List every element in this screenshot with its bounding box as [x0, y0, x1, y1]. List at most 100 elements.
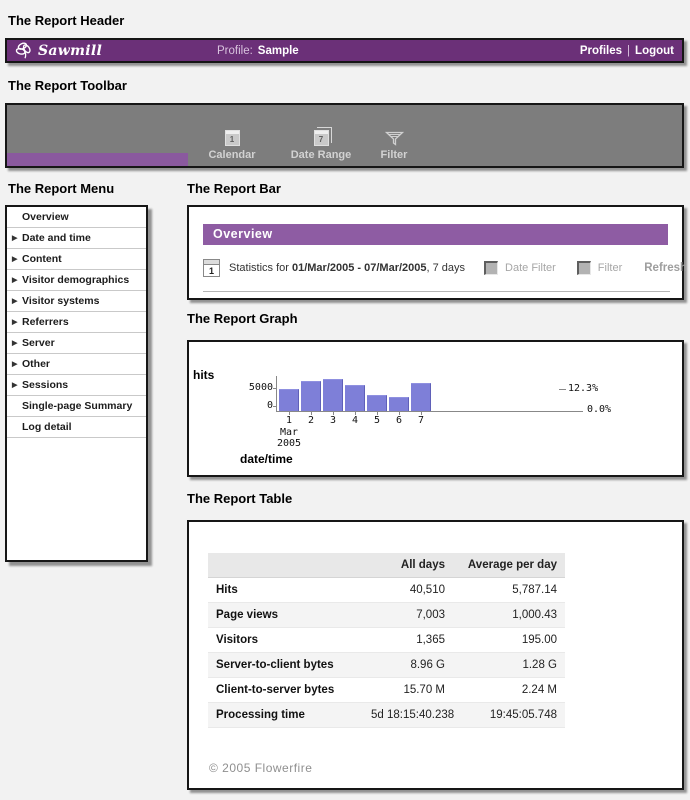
cell-value: 1.28 G	[453, 653, 565, 678]
profile-value: Sample	[258, 45, 299, 57]
funnel-icon	[359, 128, 429, 146]
x-axis-label: date/time	[240, 452, 293, 466]
menu-item-content[interactable]: ▶Content	[7, 249, 146, 270]
menu-item-label: Referrers	[22, 316, 69, 328]
right-tick-mark	[559, 389, 566, 390]
menu-item-log-detail[interactable]: Log detail	[7, 417, 146, 438]
report-title: Overview	[213, 227, 273, 241]
menu-item-label: Other	[22, 358, 50, 370]
toolbar-button-label: Filter	[359, 149, 429, 161]
menu-item-sessions[interactable]: ▶Sessions	[7, 375, 146, 396]
expand-arrow-icon: ▶	[12, 234, 22, 242]
table-header-row: All daysAverage per day	[208, 553, 565, 578]
menu-item-server[interactable]: ▶Server	[7, 333, 146, 354]
expand-arrow-icon: ▶	[12, 381, 22, 389]
menu-item-label: Log detail	[22, 421, 72, 433]
page: The Report Header Sawmill Profile: Sampl…	[0, 0, 690, 800]
date-filter-checkbox[interactable]	[484, 261, 498, 275]
summary-table: All daysAverage per day Hits40,5105,787.…	[208, 553, 565, 728]
cell-value: 195.00	[453, 628, 565, 653]
menu-item-single-page-summary[interactable]: Single-page Summary	[7, 396, 146, 417]
expand-arrow-icon: ▶	[12, 339, 22, 347]
table-row-page-views: Page views7,0031,000.43	[208, 603, 565, 628]
menu-item-label: Date and time	[22, 232, 91, 244]
expand-arrow-icon: ▶	[12, 276, 22, 284]
section-heading-report-menu: The Report Menu	[8, 181, 114, 196]
table-row-hits: Hits40,5105,787.14	[208, 578, 565, 603]
report-bar-box: Overview 1 Statistics for 01/Mar/2005 - …	[187, 205, 684, 300]
section-heading-report-table: The Report Table	[187, 491, 292, 506]
profile-indicator: Profile: Sample	[217, 40, 299, 61]
statistics-row: 1 Statistics for 01/Mar/2005 - 07/Mar/20…	[203, 259, 670, 277]
menu-item-label: Visitor demographics	[22, 274, 129, 286]
table-row-client-to-server-bytes: Client-to-server bytes15.70 M2.24 M	[208, 678, 565, 703]
menu-item-label: Overview	[22, 211, 69, 223]
menu-item-visitor-systems[interactable]: ▶Visitor systems	[7, 291, 146, 312]
row-label: Hits	[208, 578, 363, 603]
refresh-button[interactable]: Refresh	[644, 262, 687, 274]
row-label: Server-to-client bytes	[208, 653, 363, 678]
x-tick-label: 2	[303, 416, 319, 426]
calendar-day-icon[interactable]: 1	[203, 259, 220, 277]
toolbar-button-date-range[interactable]: 7 Date Range	[277, 128, 365, 161]
menu-item-date-and-time[interactable]: ▶Date and time	[7, 228, 146, 249]
right-axis-percent-top: 12.3%	[559, 384, 598, 394]
statistics-text: Statistics for 01/Mar/2005 - 07/Mar/2005…	[229, 262, 465, 274]
graph-bar-day-6[interactable]	[389, 397, 409, 411]
profiles-link[interactable]: Profiles	[580, 45, 622, 57]
x-tick-label: 6	[391, 416, 407, 426]
calendar-stack-icon: 7	[277, 128, 365, 146]
expand-arrow-icon: ▶	[12, 297, 22, 305]
menu-item-overview[interactable]: Overview	[7, 207, 146, 228]
cell-value: 5d 18:15:40.238	[363, 703, 453, 728]
section-heading-report-header: The Report Header	[8, 13, 124, 28]
menu-item-label: Single-page Summary	[22, 400, 132, 412]
cell-value: 8.96 G	[363, 653, 453, 678]
cell-value: 19:45:05.748	[453, 703, 565, 728]
toolbar-button-label: Date Range	[277, 149, 365, 161]
copyright-text: © 2005 Flowerfire	[209, 761, 312, 775]
flower-logo-icon	[14, 41, 36, 60]
section-heading-report-bar: The Report Bar	[187, 181, 281, 196]
logout-link[interactable]: Logout	[635, 45, 674, 57]
menu-item-label: Content	[22, 253, 62, 265]
toolbar-button-filter[interactable]: Filter	[359, 128, 429, 161]
graph-bar-day-4[interactable]	[345, 385, 365, 411]
report-graph-box: hits 5000 0 1234567 12.3% 0.0% Mar 2005 …	[187, 340, 684, 477]
sawmill-logo[interactable]: Sawmill	[14, 40, 102, 61]
toolbar-button-calendar[interactable]: 1Calendar	[190, 128, 274, 161]
cell-value: 5,787.14	[453, 578, 565, 603]
x-tick-label: 3	[325, 416, 341, 426]
divider	[203, 291, 670, 292]
menu-item-visitor-demographics[interactable]: ▶Visitor demographics	[7, 270, 146, 291]
graph-bar-day-3[interactable]	[323, 379, 343, 411]
cell-value: 40,510	[363, 578, 453, 603]
profile-label: Profile:	[217, 45, 253, 57]
cell-value: 1,365	[363, 628, 453, 653]
expand-arrow-icon: ▶	[12, 255, 22, 263]
column-header-all-days: All days	[363, 553, 453, 578]
date-range-text: 01/Mar/2005 - 07/Mar/2005	[292, 262, 427, 274]
header-links: Profiles | Logout	[580, 40, 674, 61]
x-tick-label: 4	[347, 416, 363, 426]
menu-item-label: Server	[22, 337, 55, 349]
table-row-visitors: Visitors1,365195.00	[208, 628, 565, 653]
graph-bar-day-7[interactable]	[411, 383, 431, 411]
graph-bar-day-2[interactable]	[301, 381, 321, 411]
date-filter-label: Date Filter	[505, 262, 556, 274]
section-heading-report-graph: The Report Graph	[187, 311, 298, 326]
row-label: Processing time	[208, 703, 363, 728]
table-row-server-to-client-bytes: Server-to-client bytes8.96 G1.28 G	[208, 653, 565, 678]
report-menu-box: Overview▶Date and time▶Content▶Visitor d…	[5, 205, 148, 562]
table-corner-cell	[208, 553, 363, 578]
report-title-bar: Overview	[203, 224, 668, 245]
menu-item-label: Sessions	[22, 379, 68, 391]
graph-bar-day-1[interactable]	[279, 389, 299, 411]
logo-text: Sawmill	[38, 43, 102, 59]
cell-value: 1,000.43	[453, 603, 565, 628]
menu-item-referrers[interactable]: ▶Referrers	[7, 312, 146, 333]
filter-label: Filter	[598, 262, 622, 274]
menu-item-other[interactable]: ▶Other	[7, 354, 146, 375]
graph-bar-day-5[interactable]	[367, 395, 387, 411]
filter-checkbox[interactable]	[577, 261, 591, 275]
